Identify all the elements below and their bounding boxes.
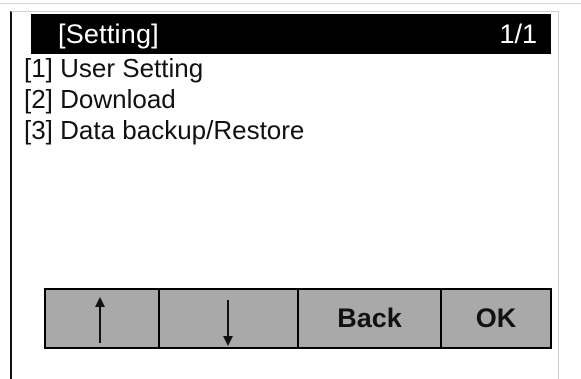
page-indicator: 1/1: [499, 19, 537, 49]
menu-item-data-backup-restore[interactable]: [3] Data backup/Restore: [24, 115, 304, 146]
settings-menu: [1] User Setting [2] Download [3] Data b…: [24, 53, 304, 146]
arrow-down-icon: [223, 300, 233, 346]
ok-button[interactable]: OK: [442, 290, 550, 347]
top-divider: [0, 3, 581, 4]
menu-item-user-setting[interactable]: [1] User Setting: [24, 53, 304, 84]
softkey-bar: Back OK: [44, 288, 552, 349]
back-button-label: Back: [337, 303, 402, 333]
back-button[interactable]: Back: [299, 290, 442, 347]
screen-title: [Setting]: [58, 19, 159, 49]
title-bar: [Setting] 1/1: [31, 14, 551, 54]
arrow-up-icon: [95, 297, 105, 343]
menu-item-download[interactable]: [2] Download: [24, 84, 304, 115]
down-button[interactable]: [160, 290, 299, 347]
ok-button-label: OK: [475, 303, 517, 333]
up-button[interactable]: [46, 290, 160, 347]
